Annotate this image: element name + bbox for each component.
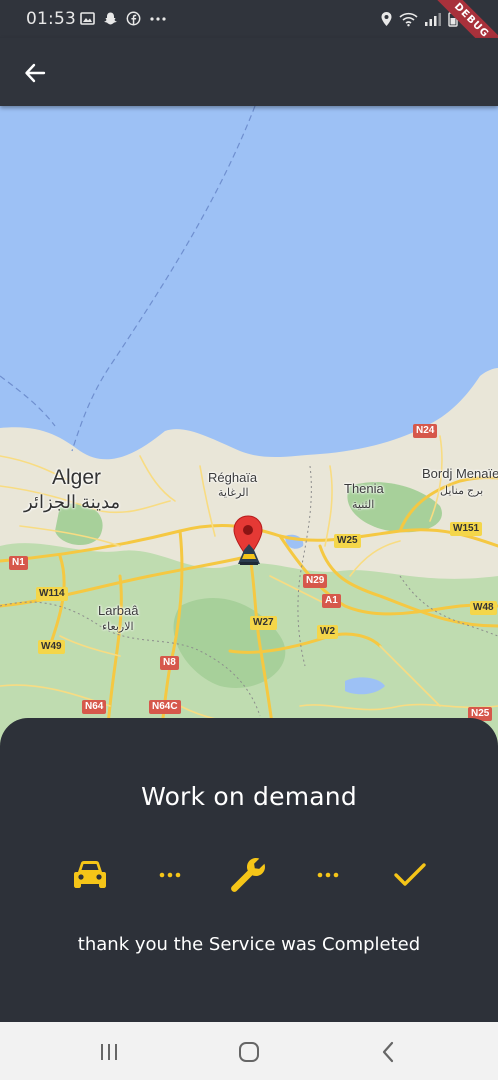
- road-badge-w151: W151: [450, 522, 483, 536]
- car-icon: [74, 861, 106, 888]
- system-nav-bar: [0, 1022, 498, 1080]
- road-badge-n64c: N64C: [149, 700, 181, 714]
- road-badge-n29: N29: [303, 574, 328, 588]
- road-badge-n24: N24: [413, 424, 438, 438]
- progress-steps: [0, 850, 498, 900]
- back-nav-icon: [382, 1041, 394, 1063]
- image-icon: [80, 12, 95, 25]
- back-nav-button[interactable]: [374, 1038, 402, 1066]
- worker-icon: [238, 544, 260, 565]
- more-dots-icon: [150, 17, 166, 21]
- map-label-larbaa-ar: الاربعاء: [102, 621, 134, 633]
- back-button[interactable]: [18, 56, 52, 90]
- map-label-bordj-ar: برج منايل: [440, 485, 484, 497]
- system-icons: [380, 11, 458, 27]
- map-label-reghaia-ar: الرغاية: [218, 487, 249, 499]
- road-badge-n64: N64: [82, 700, 107, 714]
- road-badge-n8: N8: [160, 656, 179, 670]
- status-time: 01:53: [26, 9, 76, 29]
- road-badge-w114: W114: [36, 587, 68, 601]
- arrow-back-icon: [25, 63, 46, 83]
- signal-icon: [425, 13, 441, 26]
- notification-icons: [80, 11, 167, 26]
- home-button[interactable]: [235, 1038, 263, 1066]
- check-icon: [394, 863, 426, 886]
- map-label-reghaia: Réghaïa: [208, 470, 258, 485]
- home-icon: [239, 1042, 259, 1062]
- map-view[interactable]: Alger مدينة الجزائر Réghaïa الرغاية Then…: [0, 106, 498, 746]
- map-label-thenia-ar: الثنية: [352, 499, 375, 511]
- road-badge-w49: W49: [38, 640, 65, 654]
- map-label-alger-ar: مدينة الجزائر: [24, 492, 121, 512]
- completion-message: thank you the Service was Completed: [77, 934, 421, 955]
- snapchat-icon: [104, 12, 117, 25]
- step-check: [390, 850, 430, 900]
- dots-icon: [159, 872, 181, 878]
- step-dots-1: [155, 850, 185, 900]
- road-badge-w2: W2: [317, 625, 338, 639]
- bottom-sheet: Work on demand thank you the Service was…: [0, 718, 498, 1022]
- step-wrench: [226, 850, 270, 900]
- map-label-alger: Alger: [52, 466, 102, 489]
- recents-button[interactable]: [95, 1038, 123, 1066]
- step-dots-2: [313, 850, 343, 900]
- facebook-icon: [126, 11, 141, 26]
- dots-icon: [317, 872, 339, 878]
- map-label-bordj: Bordj Menaïel: [422, 466, 498, 481]
- app-bar: [0, 38, 498, 106]
- map-label-thenia: Thenia: [344, 481, 384, 496]
- sheet-title: Work on demand: [141, 782, 357, 811]
- step-car: [70, 850, 110, 900]
- map-label-larbaa: Larbaâ: [98, 603, 139, 618]
- wrench-icon: [231, 858, 265, 892]
- wifi-icon: [399, 12, 418, 27]
- road-badge-w48: W48: [470, 601, 497, 615]
- road-badge-w25: W25: [334, 534, 361, 548]
- road-badge-w27: W27: [250, 616, 277, 630]
- road-badge-n1: N1: [9, 556, 28, 570]
- recents-icon: [101, 1044, 117, 1060]
- status-bar: 01:53 DEBUG: [0, 0, 498, 67]
- location-icon: [381, 12, 392, 26]
- road-badge-a1: A1: [322, 594, 341, 608]
